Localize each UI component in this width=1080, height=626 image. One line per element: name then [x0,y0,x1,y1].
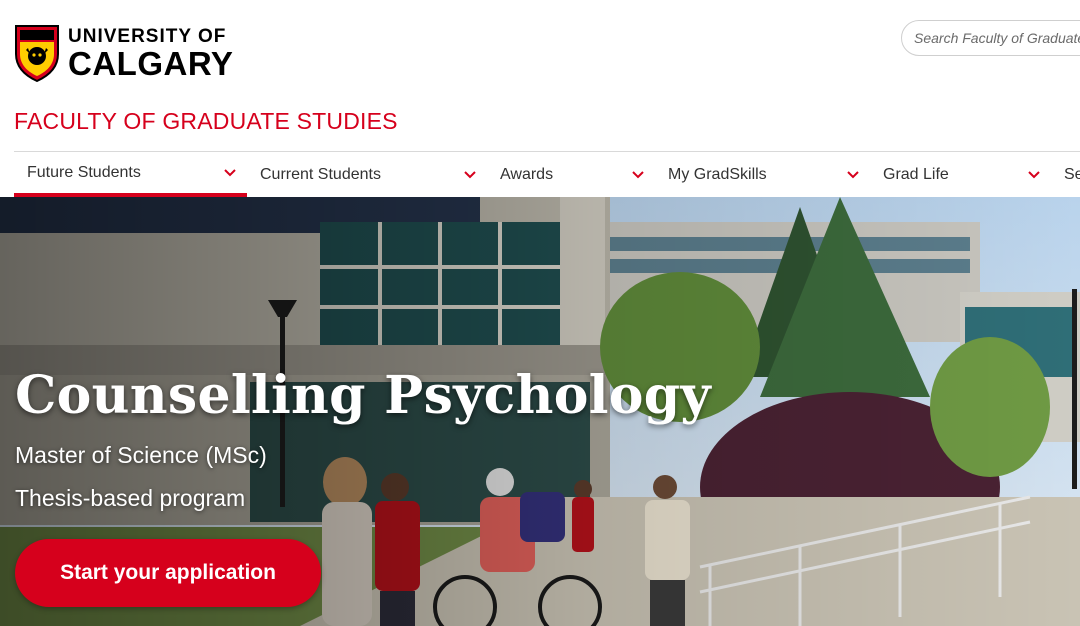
logo-line-university-of: UNIVERSITY OF [68,25,227,47]
faculty-title[interactable]: FACULTY OF GRADUATE STUDIES [14,108,398,135]
nav-item-awards[interactable]: Awards [487,152,655,197]
nav-item-future-students[interactable]: Future Students [14,152,247,197]
chevron-down-icon[interactable] [1027,168,1041,182]
chevron-down-icon[interactable] [223,166,237,180]
chevron-down-icon[interactable] [463,168,477,182]
start-application-button[interactable]: Start your application [15,539,321,607]
nav-item-label: My GradSkills [668,165,767,183]
university-logo[interactable]: UNIVERSITY OF CALGARY [14,24,233,82]
program-type-label: Thesis-based program [15,485,246,511]
nav-item-label: Awards [500,165,554,183]
nav-item-my-gradskills[interactable]: My GradSkills [655,152,870,197]
search-input[interactable] [901,20,1080,56]
chevron-down-icon[interactable] [631,168,645,182]
program-title: Counselling Psychology [15,365,711,426]
nav-item-label: Current Students [260,165,381,183]
hero-banner: Counselling Psychology Master of Science… [0,197,1080,626]
nav-item-label: Future Students [27,163,141,181]
nav-item-current-students[interactable]: Current Students [247,152,487,197]
nav-item-grad-life[interactable]: Grad Life [870,152,1051,197]
logo-line-calgary: CALGARY [68,44,234,82]
degree-label: Master of Science (MSc) [15,442,267,468]
nav-item-overflow[interactable]: Se [1051,152,1080,197]
chevron-down-icon[interactable] [846,168,860,182]
nav-item-label: Se [1064,165,1080,183]
main-nav: Future Students Current Students Awards … [14,152,1080,197]
university-crest-icon [15,25,59,82]
nav-item-label: Grad Life [883,165,949,183]
